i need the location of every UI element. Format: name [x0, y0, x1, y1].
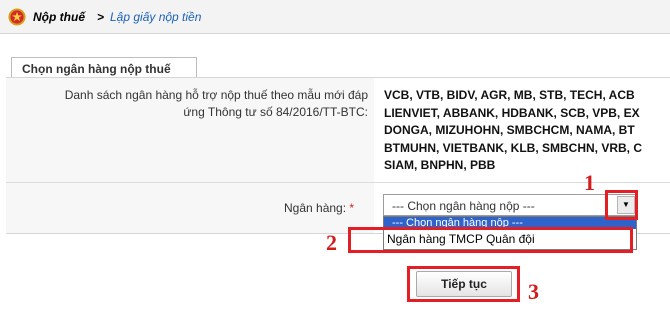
step2-highlight-box	[348, 227, 633, 253]
breadcrumb-home-link[interactable]: Nộp thuế	[33, 10, 85, 24]
step3-number: 3	[528, 279, 539, 304]
step2-number: 2	[326, 230, 337, 255]
bank-list-line: LIENVIET, ABBANK, HDBANK, SCB, VPB, EX	[384, 105, 640, 120]
tab-choose-bank: Chọn ngân hàng nộp thuế	[11, 57, 197, 78]
breadcrumb-bar: Nộp thuế > Lập giấy nộp tiền	[0, 0, 670, 34]
step1-highlight-box	[605, 190, 638, 220]
bank-select-label: Ngân hàng: *	[284, 201, 354, 215]
bank-list-value: VCB, VTB, BIDV, AGR, MB, STB, TECH, ACB …	[384, 87, 642, 175]
bank-select[interactable]: --- Chọn ngân hàng nộp ---	[383, 194, 637, 216]
step3-highlight-box	[407, 266, 520, 302]
bank-list-line: VCB, VTB, BIDV, AGR, MB, STB, TECH, ACB	[384, 88, 635, 102]
bank-list-line: DONGA, MIZUHOHN, SMBCHCM, NAMA, BT	[384, 123, 635, 137]
bank-list-label-line2: ứng Thông tư số 84/2016/TT-BTC:	[183, 105, 368, 119]
bank-list-label-line1: Danh sách ngân hàng hỗ trợ nộp thuế theo…	[64, 88, 368, 102]
bank-list-line: BTMUHN, VIETBANK, KLB, SMBCHN, VRB, C	[384, 140, 642, 155]
bank-select-label-text: Ngân hàng:	[284, 201, 347, 215]
bank-list-line: SIAM, BNPHN, PBB	[384, 158, 496, 172]
national-emblem-icon	[8, 8, 26, 26]
bank-list-row: Danh sách ngân hàng hỗ trợ nộp thuế theo…	[6, 78, 670, 182]
breadcrumb-current-link[interactable]: Lập giấy nộp tiền	[110, 10, 201, 24]
required-mark: *	[349, 201, 355, 215]
bank-list-label-cell: Danh sách ngân hàng hỗ trợ nộp thuế theo…	[6, 78, 374, 182]
breadcrumb-separator: >	[97, 10, 105, 24]
step1-number: 1	[584, 170, 595, 195]
